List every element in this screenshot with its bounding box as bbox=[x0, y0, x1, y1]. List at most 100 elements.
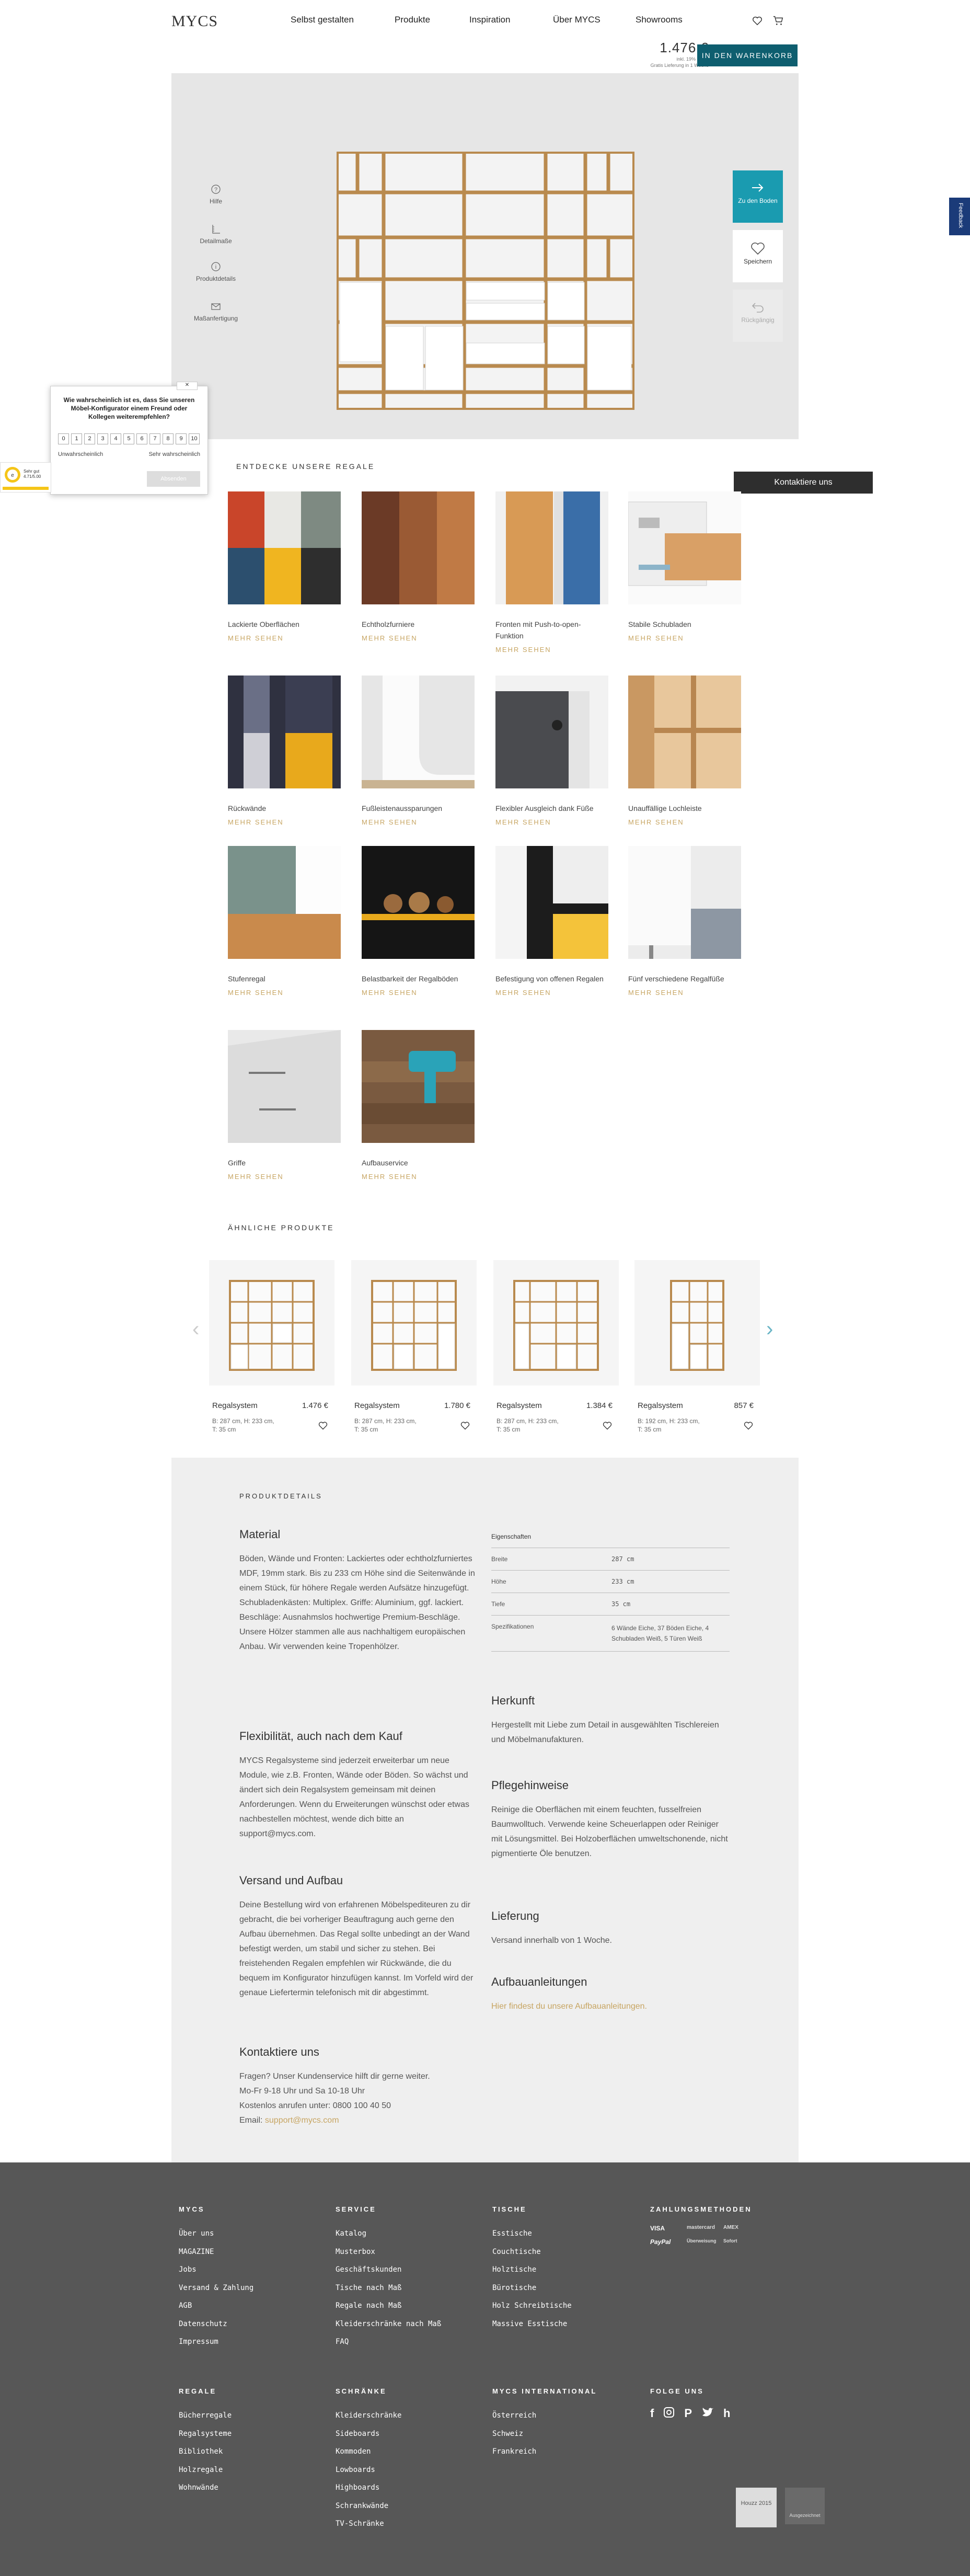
product-card[interactable]: Regalsystem 1.384 € B: 287 cm, H: 233 cm… bbox=[493, 1260, 619, 1433]
footer-link[interactable]: Geschäftskunden bbox=[336, 2261, 487, 2279]
shelf-3d-render[interactable] bbox=[337, 152, 634, 410]
footer-link[interactable]: Lowboards bbox=[336, 2461, 487, 2479]
footer-link[interactable]: Schweiz bbox=[492, 2425, 644, 2443]
feature-more-link[interactable]: MEHR SEHEN bbox=[362, 634, 475, 642]
feature-more-link[interactable]: MEHR SEHEN bbox=[628, 989, 741, 997]
carousel-prev-icon[interactable]: ‹ bbox=[192, 1318, 199, 1341]
feature-card[interactable]: Stufenregal MEHR SEHEN bbox=[228, 846, 341, 997]
footer-link[interactable]: Couchtische bbox=[492, 2243, 644, 2261]
feature-more-link[interactable]: MEHR SEHEN bbox=[495, 646, 608, 654]
feature-more-link[interactable]: MEHR SEHEN bbox=[495, 818, 608, 826]
footer-link[interactable]: Regale nach Maß bbox=[336, 2297, 487, 2315]
nav-showrooms[interactable]: Showrooms bbox=[636, 15, 683, 25]
footer-link[interactable]: Holzregale bbox=[179, 2461, 330, 2479]
feature-card[interactable]: Stabile Schubladen MEHR SEHEN bbox=[628, 491, 741, 642]
wishlist-heart-icon[interactable] bbox=[752, 15, 763, 26]
footer-link[interactable]: Kleiderschränke nach Maß bbox=[336, 2315, 487, 2333]
heart-icon[interactable] bbox=[602, 1420, 613, 1430]
footer-link[interactable]: Schrankwände bbox=[336, 2497, 487, 2515]
footer-link[interactable]: Kommoden bbox=[336, 2443, 487, 2461]
twitter-icon[interactable] bbox=[701, 2407, 714, 2418]
footer-link[interactable]: Frankreich bbox=[492, 2443, 644, 2461]
feature-more-link[interactable]: MEHR SEHEN bbox=[628, 634, 741, 642]
footer-link[interactable]: Österreich bbox=[492, 2407, 644, 2425]
heart-icon[interactable] bbox=[743, 1420, 754, 1430]
feature-card[interactable]: Griffe MEHR SEHEN bbox=[228, 1030, 341, 1181]
logo[interactable]: MYCS bbox=[171, 13, 218, 30]
feature-more-link[interactable]: MEHR SEHEN bbox=[362, 1173, 475, 1181]
footer-link[interactable]: Versand & Zahlung bbox=[179, 2279, 330, 2297]
product-card[interactable]: Regalsystem 857 € B: 192 cm, H: 233 cm, … bbox=[634, 1260, 760, 1433]
feature-more-link[interactable]: MEHR SEHEN bbox=[362, 818, 475, 826]
tool-custom-made[interactable]: Maßanfertigung bbox=[192, 301, 239, 322]
feature-card[interactable]: Fronten mit Push-to-open-Funktion MEHR S… bbox=[495, 491, 608, 654]
footer-link[interactable]: Regalsysteme bbox=[179, 2425, 330, 2443]
footer-link[interactable]: Jobs bbox=[179, 2261, 330, 2279]
facebook-icon[interactable]: f bbox=[650, 2407, 654, 2420]
nav-ueber-mycs[interactable]: Über MYCS bbox=[553, 15, 601, 25]
trusted-shops-badge[interactable]: e Sehr gut 4.71/5.00 bbox=[0, 462, 51, 493]
footer-link[interactable]: Kleiderschränke bbox=[336, 2407, 487, 2425]
assembly-link[interactable]: Hier findest du unsere Aufbauanleitungen… bbox=[491, 2002, 647, 2011]
instagram-icon[interactable] bbox=[663, 2407, 675, 2418]
feedback-tab[interactable]: Feedback bbox=[949, 198, 970, 235]
heart-icon[interactable] bbox=[460, 1420, 470, 1430]
survey-score-9[interactable]: 9 bbox=[176, 433, 187, 444]
save-button[interactable]: Speichern bbox=[733, 230, 783, 282]
footer-link[interactable]: AGB bbox=[179, 2297, 330, 2315]
contact-email-link[interactable]: support@mycs.com bbox=[265, 2116, 339, 2125]
feature-card[interactable]: Rückwände MEHR SEHEN bbox=[228, 676, 341, 826]
product-card[interactable]: Regalsystem 1.780 € B: 287 cm, H: 233 cm… bbox=[351, 1260, 477, 1433]
houzz-award-badge[interactable]: Houzz 2015 bbox=[736, 2488, 777, 2527]
contact-us-button[interactable]: Kontaktiere uns bbox=[734, 472, 873, 494]
footer-link[interactable]: Holz Schreibtische bbox=[492, 2297, 644, 2315]
footer-link[interactable]: MAGAZINE bbox=[179, 2243, 330, 2261]
survey-score-5[interactable]: 5 bbox=[123, 433, 134, 444]
survey-score-4[interactable]: 4 bbox=[110, 433, 121, 444]
footer-link[interactable]: Musterbox bbox=[336, 2243, 487, 2261]
feature-more-link[interactable]: MEHR SEHEN bbox=[228, 989, 341, 997]
survey-close-button[interactable]: ✕ bbox=[177, 382, 198, 390]
feature-more-link[interactable]: MEHR SEHEN bbox=[228, 634, 341, 642]
add-to-cart-button[interactable]: IN DEN WARENKORB bbox=[697, 44, 798, 66]
survey-score-3[interactable]: 3 bbox=[97, 433, 108, 444]
feature-more-link[interactable]: MEHR SEHEN bbox=[362, 989, 475, 997]
pinterest-icon[interactable]: P bbox=[684, 2407, 692, 2420]
footer-link[interactable]: Highboards bbox=[336, 2479, 487, 2497]
feature-card[interactable]: Aufbauservice MEHR SEHEN bbox=[362, 1030, 475, 1181]
footer-link[interactable]: Massive Esstische bbox=[492, 2315, 644, 2333]
survey-score-7[interactable]: 7 bbox=[149, 433, 160, 444]
footer-link[interactable]: FAQ bbox=[336, 2333, 487, 2351]
survey-score-1[interactable]: 1 bbox=[71, 433, 82, 444]
heart-icon[interactable] bbox=[318, 1420, 328, 1430]
carousel-next-icon[interactable]: › bbox=[766, 1318, 773, 1341]
survey-score-8[interactable]: 8 bbox=[163, 433, 174, 444]
survey-score-0[interactable]: 0 bbox=[58, 433, 69, 444]
feature-card[interactable]: Belastbarkeit der Regalböden MEHR SEHEN bbox=[362, 846, 475, 997]
feature-card[interactable]: Lackierte Oberflächen MEHR SEHEN bbox=[228, 491, 341, 642]
zoom-to-floor-button[interactable]: Zu den Boden bbox=[733, 170, 783, 223]
survey-score-10[interactable]: 10 bbox=[189, 433, 200, 444]
footer-link[interactable]: Sideboards bbox=[336, 2425, 487, 2443]
feature-card[interactable]: Fünf verschiedene Regalfüße MEHR SEHEN bbox=[628, 846, 741, 997]
tool-help[interactable]: ? Hilfe bbox=[192, 184, 239, 205]
feature-card[interactable]: Echtholzfurniere MEHR SEHEN bbox=[362, 491, 475, 642]
feature-card[interactable]: Flexibler Ausgleich dank Füße MEHR SEHEN bbox=[495, 676, 608, 826]
award-seal-badge[interactable]: Ausgezeichnet bbox=[785, 2488, 825, 2524]
footer-link[interactable]: Über uns bbox=[179, 2225, 330, 2243]
undo-button[interactable]: Rückgängig bbox=[733, 290, 783, 342]
footer-link[interactable]: Datenschutz bbox=[179, 2315, 330, 2333]
feature-more-link[interactable]: MEHR SEHEN bbox=[228, 818, 341, 826]
cart-icon[interactable] bbox=[772, 15, 784, 26]
configurator-viewport[interactable]: ? Hilfe Detailmaße i Produktdetails Maßa… bbox=[171, 73, 799, 439]
footer-link[interactable]: Tische nach Maß bbox=[336, 2279, 487, 2297]
footer-link[interactable]: Bürotische bbox=[492, 2279, 644, 2297]
footer-link[interactable]: TV-Schränke bbox=[336, 2515, 487, 2533]
footer-link[interactable]: Katalog bbox=[336, 2225, 487, 2243]
product-card[interactable]: Regalsystem 1.476 € B: 287 cm, H: 233 cm… bbox=[209, 1260, 334, 1433]
nav-selbst-gestalten[interactable]: Selbst gestalten bbox=[291, 15, 354, 25]
footer-link[interactable]: Bücherregale bbox=[179, 2407, 330, 2425]
feature-card[interactable]: Befestigung von offenen Regalen MEHR SEH… bbox=[495, 846, 608, 997]
footer-link[interactable]: Impressum bbox=[179, 2333, 330, 2351]
tool-product-details[interactable]: i Produktdetails bbox=[192, 261, 239, 282]
